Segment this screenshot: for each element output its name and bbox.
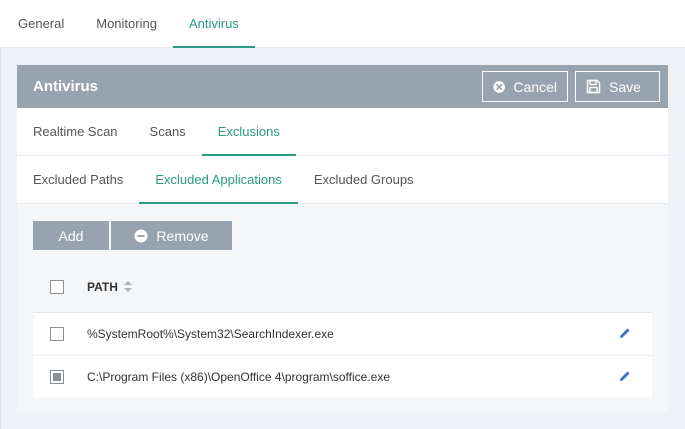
- table-row: C:\Program Files (x86)\OpenOffice 4\prog…: [33, 355, 652, 397]
- antivirus-sub-tabs: Realtime Scan Scans Exclusions: [17, 108, 668, 156]
- path-column-header[interactable]: PATH: [87, 280, 132, 294]
- remove-button[interactable]: Remove: [111, 221, 232, 250]
- tab-general[interactable]: General: [2, 1, 80, 48]
- path-column-label: PATH: [87, 279, 118, 294]
- select-all-checkbox[interactable]: [50, 279, 64, 294]
- table-row: %SystemRoot%\System32\SearchIndexer.exe: [33, 313, 652, 355]
- row-path: C:\Program Files (x86)\OpenOffice 4\prog…: [87, 369, 391, 384]
- panel-title: Antivirus: [33, 78, 99, 95]
- antivirus-panel: Antivirus Cancel Save Realtime Scan Scan…: [17, 65, 668, 412]
- excluded-applications-table: PATH %SystemRoot%\System32\SearchIndexer…: [33, 261, 652, 397]
- sort-icon: [123, 281, 132, 292]
- exclusion-tabs: Excluded Paths Excluded Applications Exc…: [17, 156, 668, 204]
- edit-icon[interactable]: [619, 370, 631, 385]
- remove-label: Remove: [156, 227, 209, 244]
- table-header: PATH: [33, 261, 652, 313]
- tab-excluded-paths[interactable]: Excluded Paths: [17, 157, 139, 204]
- panel-header: Antivirus Cancel Save: [17, 65, 668, 108]
- tab-exclusions[interactable]: Exclusions: [201, 109, 296, 156]
- edit-icon[interactable]: [619, 327, 631, 342]
- add-label: Add: [58, 227, 84, 244]
- tab-antivirus[interactable]: Antivirus: [172, 1, 255, 48]
- tab-excluded-groups[interactable]: Excluded Groups: [298, 157, 430, 204]
- add-button[interactable]: Add: [33, 221, 109, 250]
- top-tab-bar: General Monitoring Antivirus: [0, 0, 685, 48]
- row-path: %SystemRoot%\System32\SearchIndexer.exe: [87, 327, 334, 341]
- row-checkbox[interactable]: [50, 327, 64, 341]
- save-button[interactable]: Save: [575, 71, 660, 102]
- exclusions-content: Add Remove PATH %SystemRoot%\System32\Se…: [17, 204, 668, 412]
- minus-circle-icon: [134, 229, 148, 242]
- tab-excluded-applications[interactable]: Excluded Applications: [139, 157, 298, 204]
- cancel-button[interactable]: Cancel: [482, 71, 568, 102]
- tab-realtime-scan[interactable]: Realtime Scan: [17, 109, 134, 156]
- cancel-label: Cancel: [513, 78, 557, 95]
- cancel-icon: [493, 80, 506, 93]
- save-icon: [586, 79, 601, 94]
- tab-scans[interactable]: Scans: [134, 109, 202, 156]
- save-label: Save: [609, 78, 641, 95]
- tab-monitoring[interactable]: Monitoring: [80, 1, 173, 48]
- row-checkbox[interactable]: [50, 369, 64, 384]
